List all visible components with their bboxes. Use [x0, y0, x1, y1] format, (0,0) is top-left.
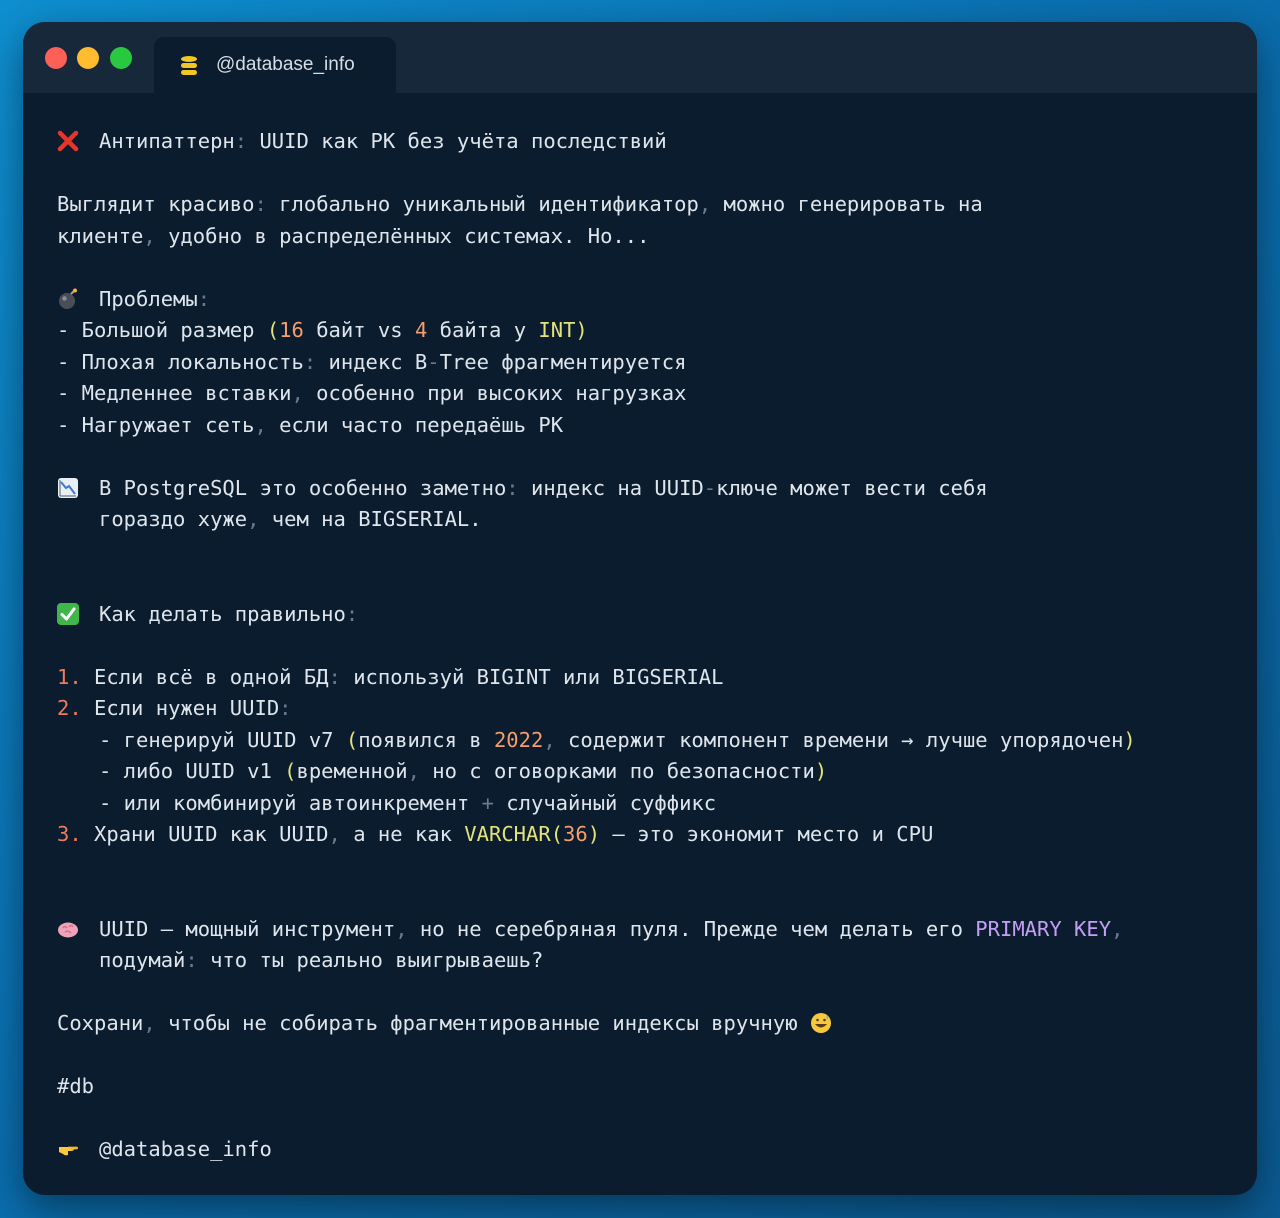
step-2-sub-2: - либо UUID v1 (временной, но с оговорка… [99, 759, 828, 783]
step-2-sub-1: - генерируй UUID v7 (появился в 2022, со… [99, 727, 1136, 752]
step-2: 2. Если нужен UUID: [57, 696, 292, 720]
howto-title: Как делать правильно: [57, 599, 1247, 631]
brain-icon [57, 918, 79, 940]
step-2-sub-3: - или комбинируй автоинкремент + случайн… [99, 790, 717, 815]
heading-line: Антипаттерн: UUID как PK без учёта после… [57, 126, 1247, 158]
close-button[interactable] [45, 47, 67, 69]
step-1: 1. Если всё в одной БД: используй BIGINT… [57, 664, 724, 689]
footer-line: @database_info [57, 1134, 1247, 1166]
grinning-sweat-icon [810, 1012, 832, 1034]
chart-decreasing-icon [57, 477, 79, 499]
cross-mark-icon [57, 130, 79, 152]
check-mark-icon [57, 602, 79, 625]
hashtag[interactable]: #db [57, 1071, 1247, 1103]
intro-line-2: клиенте, удобно в распределённых система… [57, 223, 650, 248]
heading-text: Антипаттерн: UUID как PK без учёта после… [99, 129, 667, 153]
problems-title: Проблемы: [57, 284, 1247, 316]
conclusion-line-2: подумай: что ты реально выигрываешь? [99, 948, 544, 972]
tab-label: @database_info [216, 54, 355, 75]
problem-item-3: - Медленнее вставки, особенно при высоки… [57, 381, 687, 405]
database-icon [181, 56, 197, 75]
intro-line-1: Выглядит красиво: глобально уникальный и… [57, 192, 983, 216]
tab-database-info[interactable]: @database_info [154, 37, 396, 93]
problem-item-4: - Нагружает сеть, если часто передаёшь P… [57, 412, 564, 437]
bomb-icon [57, 288, 79, 310]
editor-window: @database_info Антипаттерн: UUID как PK … [23, 22, 1257, 1195]
problem-item-1: - Большой размер (16 байт vs 4 байта у I… [57, 318, 588, 342]
footer-handle[interactable]: @database_info [99, 1137, 272, 1161]
pointing-right-icon [57, 1138, 79, 1160]
conclusion-line-1: UUID — мощный инструмент, но не серебрян… [57, 914, 1247, 946]
step-3: 3. Храни UUID как UUID, а не как VARCHAR… [57, 822, 934, 846]
zoom-button[interactable] [110, 47, 132, 69]
postgres-line-2: гораздо хуже, чем на BIGSERIAL. [99, 507, 482, 531]
title-bar: @database_info [23, 22, 1257, 93]
save-line: Сохрани, чтобы не собирать фрагментирова… [57, 1008, 1247, 1040]
problem-item-2: - Плохая локальность: индекс B-Tree фраг… [57, 349, 687, 374]
post-content: Антипаттерн: UUID как PK без учёта после… [57, 126, 1247, 1166]
postgres-line-1: В PostgreSQL это особенно заметно: индек… [57, 473, 1247, 505]
minimize-button[interactable] [77, 47, 99, 69]
